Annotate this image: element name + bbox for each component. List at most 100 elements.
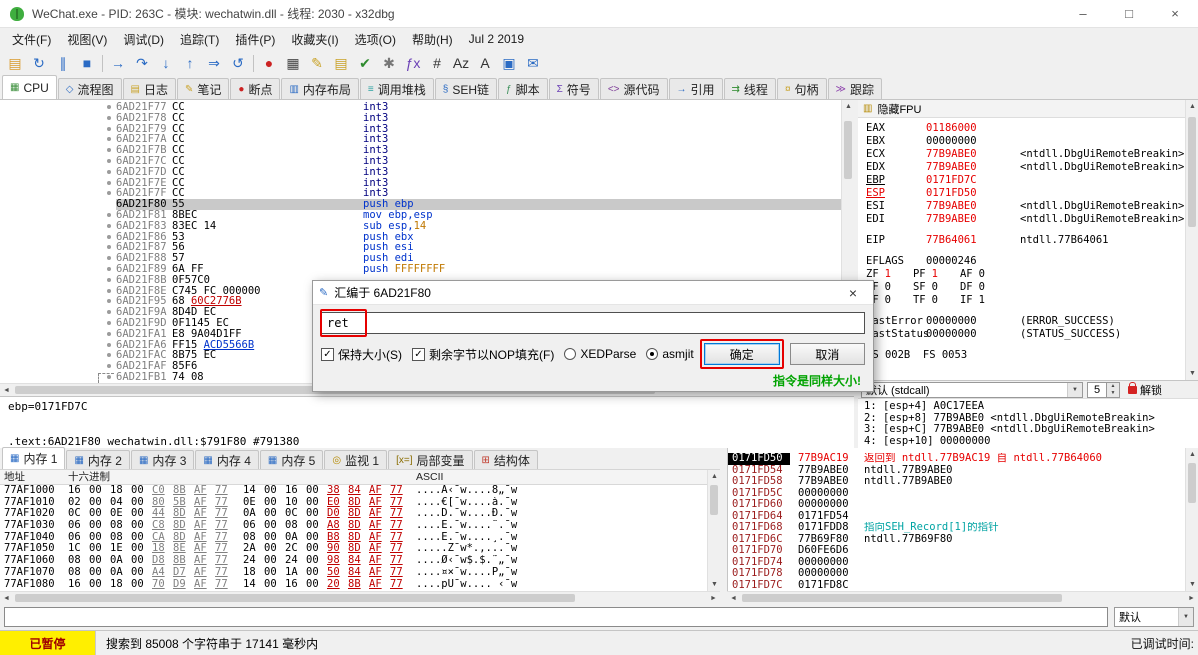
- scroll-left-icon[interactable]: ◄: [0, 592, 13, 605]
- scroll-thumb[interactable]: [844, 121, 852, 179]
- registers-vscrollbar[interactable]: ▲ ▼: [1185, 100, 1198, 380]
- toolbar-step-over-icon[interactable]: ↷: [130, 52, 154, 74]
- stack-hscrollbar[interactable]: ◄ ►: [727, 591, 1198, 604]
- scroll-track[interactable]: [1186, 113, 1198, 367]
- register-row-ESI[interactable]: ESI77B9ABE0<ntdll.DbgUiRemoteBreakin>: [866, 200, 1185, 213]
- keep-size-checkbox[interactable]: ✓ 保持大小(S): [321, 346, 402, 363]
- dock-splitter[interactable]: [720, 448, 727, 604]
- stepper-up-icon[interactable]: ▲: [1107, 383, 1119, 390]
- tab-handles[interactable]: ¤句柄: [777, 78, 827, 99]
- stack-row[interactable]: 0171FD5477B9ABE0ntdll.77B9ABE0: [728, 465, 1185, 477]
- maximize-button[interactable]: □: [1106, 0, 1152, 28]
- tab-source[interactable]: <>源代码: [600, 78, 668, 99]
- tab-dump-5[interactable]: ▦内存 5: [260, 450, 323, 469]
- stack-panel[interactable]: 0171FD5077B9AC19返回到 ntdll.77B9AC19 自 ntd…: [727, 448, 1185, 591]
- tab-dump-2[interactable]: ▦内存 2: [66, 450, 129, 469]
- stack-row[interactable]: 0171FD7800000000: [728, 568, 1185, 580]
- stack-row[interactable]: 0171FD7400000000: [728, 557, 1185, 569]
- scroll-right-icon[interactable]: ►: [1185, 592, 1198, 605]
- toolbar-functions-icon[interactable]: ƒx: [401, 52, 425, 74]
- toolbar-strings-icon[interactable]: Az: [449, 52, 473, 74]
- asmjit-radio[interactable]: asmjit: [646, 347, 693, 361]
- toolbar-memory-map-icon[interactable]: ▦: [281, 52, 305, 74]
- tab-memory-map[interactable]: ▥内存布局: [281, 78, 358, 99]
- fill-with-nop-checkbox[interactable]: ✓ 剩余字节以NOP填充(F): [412, 346, 554, 363]
- scroll-up-icon[interactable]: ▲: [1186, 448, 1198, 461]
- scroll-left-icon[interactable]: ◄: [0, 384, 13, 397]
- hide-fpu-button[interactable]: ▥ 隐藏FPU: [858, 100, 1185, 118]
- scroll-thumb[interactable]: [742, 594, 1062, 602]
- register-row-EBX[interactable]: EBX00000000: [866, 135, 1185, 148]
- arg-count-stepper[interactable]: 5 ▲▼: [1087, 382, 1120, 398]
- toolbar-patches-icon[interactable]: ✔: [353, 52, 377, 74]
- toolbar-step-out-icon[interactable]: ↑: [178, 52, 202, 74]
- tab-graph[interactable]: ◇流程图: [58, 78, 122, 99]
- toolbar-breakpoint-icon[interactable]: ●: [257, 52, 281, 74]
- scroll-left-icon[interactable]: ◄: [727, 592, 740, 605]
- assemble-instruction-input[interactable]: [321, 312, 865, 334]
- toolbar-feedback-icon[interactable]: ✉: [521, 52, 545, 74]
- dump-row[interactable]: 77AF100016001800C08BAF77140016003884AF77…: [0, 485, 707, 497]
- toolbar-pause-icon[interactable]: ∥: [51, 52, 75, 74]
- register-row-EDX[interactable]: EDX77B9ABE0<ntdll.DbgUiRemoteBreakin>: [866, 161, 1185, 174]
- register-row-EIP[interactable]: EIP77B64061ntdll.77B64061: [866, 234, 1185, 247]
- stack-vscrollbar[interactable]: ▲ ▼: [1185, 448, 1198, 591]
- ok-button[interactable]: 确定: [704, 343, 780, 365]
- tab-dump-1[interactable]: ▦内存 1: [2, 447, 65, 469]
- command-input[interactable]: [4, 607, 1108, 627]
- menu-trace[interactable]: 追踪(T): [172, 31, 227, 48]
- register-row-EDI[interactable]: EDI77B9ABE0<ntdll.DbgUiRemoteBreakin>: [866, 213, 1185, 226]
- disasm-row[interactable]: 6AD21F7DCCint3: [0, 167, 841, 178]
- scroll-track[interactable]: [13, 592, 707, 604]
- tab-log[interactable]: ▤日志: [123, 78, 176, 99]
- scroll-thumb[interactable]: [1188, 463, 1196, 503]
- minimize-button[interactable]: –: [1060, 0, 1106, 28]
- tab-seh[interactable]: §SEH链: [435, 78, 497, 99]
- register-row-ESP[interactable]: ESP0171FD50: [866, 187, 1185, 200]
- toolbar-stop-icon[interactable]: ■: [75, 52, 99, 74]
- scroll-thumb[interactable]: [710, 485, 718, 515]
- stack-row[interactable]: 0171FD5C00000000: [728, 488, 1185, 500]
- menu-view[interactable]: 视图(V): [59, 31, 115, 48]
- tab-breakpoints[interactable]: ●断点: [230, 78, 280, 99]
- stack-row[interactable]: 0171FD5077B9AC19返回到 ntdll.77B9AC19 自 ntd…: [728, 453, 1185, 465]
- toolbar-notes-icon[interactable]: ✎: [305, 52, 329, 74]
- command-script-dropdown[interactable]: 默认 ▼: [1114, 607, 1194, 627]
- tab-dump-3[interactable]: ▦内存 3: [131, 450, 194, 469]
- scroll-down-icon[interactable]: ▼: [1186, 578, 1198, 591]
- menu-build-date[interactable]: Jul 2 2019: [461, 32, 532, 46]
- stack-row[interactable]: 0171FD6000000000: [728, 499, 1185, 511]
- stack-row[interactable]: 0171FD70D60FE6D6: [728, 545, 1185, 557]
- calling-convention-dropdown[interactable]: 默认 (stdcall) ▼: [861, 382, 1083, 398]
- menu-favourites[interactable]: 收藏夹(I): [283, 31, 346, 48]
- register-row-LastStatus[interactable]: LastStatus00000000(STATUS_SUCCESS): [866, 328, 1185, 341]
- scroll-up-icon[interactable]: ▲: [1186, 100, 1198, 113]
- toolbar-run-to-user-code-icon[interactable]: ⇒: [202, 52, 226, 74]
- tab-struct[interactable]: ⊞结构体: [474, 450, 538, 469]
- toolbar-layout-icon[interactable]: ▣: [497, 52, 521, 74]
- toolbar-restart-icon[interactable]: ↻: [27, 52, 51, 74]
- scroll-track[interactable]: [708, 483, 720, 578]
- toolbar-binary-icon[interactable]: #: [425, 52, 449, 74]
- stepper-down-icon[interactable]: ▼: [1107, 390, 1119, 397]
- tab-script[interactable]: ƒ脚本: [498, 78, 548, 99]
- xedparse-radio[interactable]: XEDParse: [564, 347, 636, 361]
- dialog-title-bar[interactable]: ✎ 汇编于 6AD21F80 ×: [313, 281, 873, 305]
- tab-references[interactable]: →引用: [669, 78, 723, 99]
- toolbar-log-icon[interactable]: ▤: [329, 52, 353, 74]
- tab-trace[interactable]: ≫跟踪: [828, 78, 882, 99]
- tab-locals[interactable]: [x=]局部变量: [388, 450, 472, 469]
- register-row-EAX[interactable]: EAX01186000: [866, 122, 1185, 135]
- menu-options[interactable]: 选项(O): [347, 31, 404, 48]
- scroll-track[interactable]: [1186, 461, 1198, 578]
- register-row-EBP[interactable]: EBP0171FD7C: [866, 174, 1185, 187]
- toolbar-step-into-icon[interactable]: ↓: [154, 52, 178, 74]
- tab-notes[interactable]: ✎笔记: [177, 78, 229, 99]
- tab-threads[interactable]: ⇉线程: [724, 78, 776, 99]
- disasm-row[interactable]: 6AD21F8383EC 14sub esp,14: [0, 221, 841, 232]
- tab-cpu[interactable]: ▦CPU: [2, 75, 57, 99]
- toolbar-open-icon[interactable]: ▤: [3, 52, 27, 74]
- toolbar-undo-icon[interactable]: ↺: [226, 52, 250, 74]
- stepper-arrows[interactable]: ▲▼: [1107, 382, 1120, 398]
- unlock-checkbox[interactable]: 解锁: [1128, 382, 1162, 398]
